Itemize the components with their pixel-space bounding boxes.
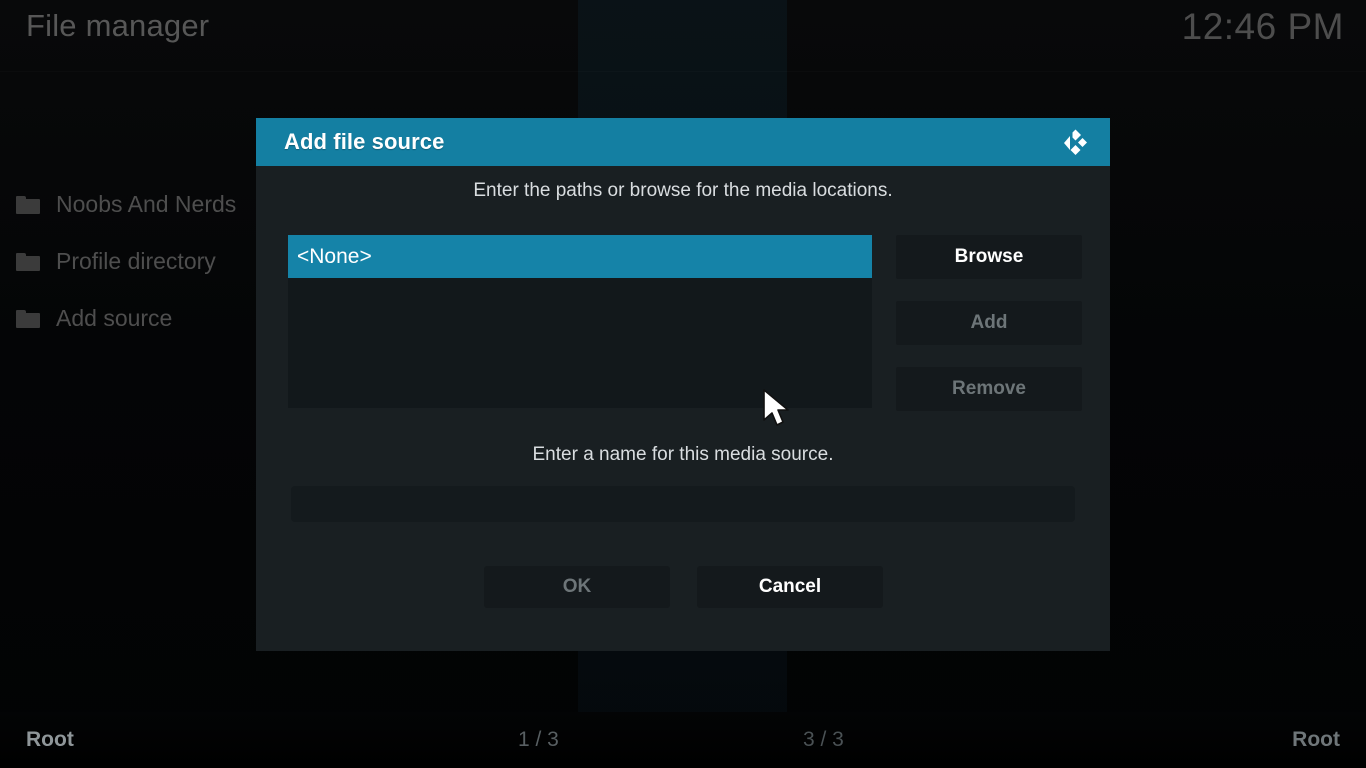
status-bar: Root 1 / 3 3 / 3 Root <box>0 712 1366 768</box>
browse-button-label: Browse <box>954 246 1024 267</box>
add-button[interactable]: Add <box>896 301 1082 345</box>
remove-button-label: Remove <box>952 378 1026 399</box>
ok-button[interactable]: OK <box>484 566 670 608</box>
add-file-source-dialog: Add file source Enter the paths or brows… <box>256 118 1110 651</box>
folder-icon <box>16 252 40 271</box>
media-source-name-input[interactable] <box>291 486 1075 522</box>
folder-icon <box>16 195 40 214</box>
path-list-item[interactable]: <None> <box>288 235 872 278</box>
ok-button-label: OK <box>562 576 592 597</box>
folder-icon <box>16 309 40 328</box>
status-left-item-count: 1 / 3 <box>518 728 559 751</box>
kodi-logo-icon <box>1056 127 1088 159</box>
status-right-item-count: 3 / 3 <box>803 728 844 751</box>
status-left-root: Root <box>26 728 74 751</box>
sidebar-item-label: Profile directory <box>56 248 216 274</box>
media-source-name-label: Enter a name for this media source. <box>532 444 834 465</box>
top-bar: File manager 12:46 PM <box>0 0 1366 72</box>
path-list[interactable]: <None> <box>288 235 872 408</box>
sidebar-item-label: Noobs And Nerds <box>56 191 237 217</box>
dialog-subtitle: Enter the paths or browse for the media … <box>473 180 893 201</box>
browse-button[interactable]: Browse <box>896 235 1082 279</box>
add-button-label: Add <box>970 312 1008 333</box>
path-list-item-label: <None> <box>297 244 372 268</box>
page-title: File manager <box>26 8 210 43</box>
cancel-button-label: Cancel <box>758 576 822 597</box>
dialog-title: Add file source <box>284 129 445 154</box>
cancel-button[interactable]: Cancel <box>697 566 883 608</box>
status-right-root: Root <box>1292 728 1340 751</box>
dialog-header: Add file source <box>256 118 1110 166</box>
kodi-screen: File manager 12:46 PM Noobs And Nerds Pr… <box>0 0 1366 768</box>
remove-button[interactable]: Remove <box>896 367 1082 411</box>
clock: 12:46 PM <box>1181 6 1344 47</box>
sidebar-item-label: Add source <box>56 305 173 331</box>
